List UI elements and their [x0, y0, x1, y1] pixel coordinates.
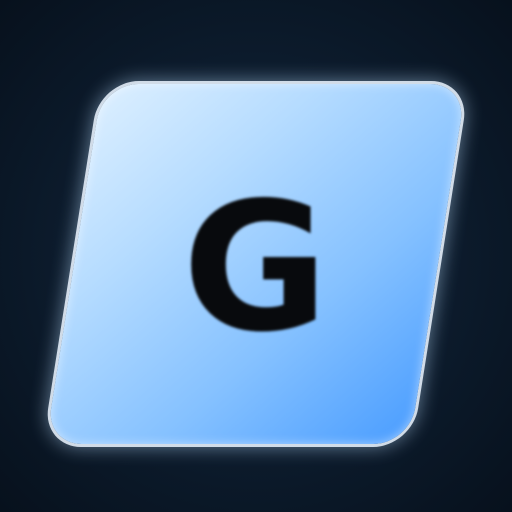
app-icon-letter: G — [182, 164, 329, 371]
app-icon-tile: G — [45, 84, 467, 444]
icon-canvas: G — [0, 0, 512, 512]
